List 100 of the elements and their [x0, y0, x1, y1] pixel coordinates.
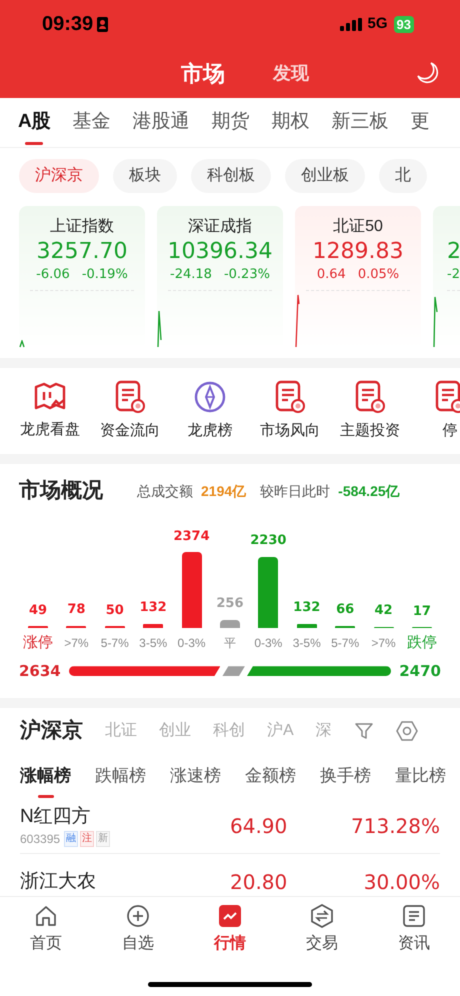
axis-label: 3-5%: [139, 635, 168, 652]
stock-tag: 注: [80, 830, 94, 846]
id-card-icon: [97, 16, 108, 32]
status-time: 09:39: [42, 12, 94, 37]
index-change: 0.64: [316, 266, 346, 284]
shortcut-button[interactable]: 龙虎看盘: [10, 380, 90, 442]
battery-icon: 93: [394, 16, 414, 32]
network-label: 5G: [368, 14, 388, 34]
nav-tab[interactable]: 资讯: [379, 904, 449, 956]
shortcut-button[interactable]: 市场风向: [250, 380, 330, 442]
chart-bar: [66, 626, 86, 628]
index-value: 10396.34: [168, 238, 272, 266]
sparkline-drawing: [157, 310, 162, 348]
header-tab[interactable]: 市场: [181, 56, 225, 90]
market-tab[interactable]: A股: [18, 98, 51, 147]
chart-icon: [218, 904, 242, 928]
shortcut-button[interactable]: 资金流向: [90, 380, 170, 442]
chart-bar: [258, 556, 278, 628]
report-icon: [115, 380, 145, 414]
axis-label: >7%: [64, 635, 89, 652]
bar-value-label: 66: [336, 601, 354, 620]
compare-label: 较昨日此时: [260, 482, 330, 500]
index-change: -24.18: [170, 266, 212, 284]
axis-label: 5-7%: [331, 635, 360, 652]
signal-icon: [340, 18, 362, 30]
chart-bar: [296, 624, 317, 628]
ranking-tab[interactable]: 金额榜: [245, 754, 296, 798]
bar-value-label: 132: [293, 599, 320, 618]
stock-change: 30.00%: [362, 869, 440, 896]
bar-value-label: 2374: [173, 528, 210, 546]
moon-icon[interactable]: [416, 61, 440, 85]
stock-price: 64.90: [230, 812, 288, 840]
index-percent: -0.19%: [82, 266, 128, 284]
plus-icon: [126, 904, 150, 928]
stock-price: 20.80: [230, 869, 288, 896]
index-change: -6.06: [36, 266, 70, 284]
report-icon: [435, 380, 460, 414]
ranking-tab[interactable]: 涨幅榜: [20, 754, 71, 798]
report-icon: [355, 380, 385, 414]
sparkline-drawing: [433, 296, 438, 348]
compass-icon: [193, 380, 227, 414]
index-name: 北证50: [333, 216, 383, 237]
ranking-tab[interactable]: 换手榜: [320, 754, 371, 798]
filter-chip[interactable]: 科创板: [191, 159, 271, 193]
axis-label: >7%: [371, 635, 396, 652]
stock-change: 713.28%: [350, 812, 440, 840]
axis-label: 5-7%: [100, 635, 129, 652]
axis-label: 0-3%: [178, 635, 206, 652]
market-tab[interactable]: 期货: [212, 98, 250, 147]
compare-value: -584.25亿: [338, 482, 400, 500]
index-change: -2: [447, 266, 460, 284]
bar-value-label: 132: [140, 599, 167, 618]
turnover-value: 2194亿: [201, 482, 246, 500]
nav-tab[interactable]: 自选: [103, 904, 173, 956]
ranking-tab[interactable]: 跌幅榜: [95, 754, 146, 798]
index-name: 深证成指: [188, 216, 252, 237]
axis-label: 跌停: [406, 633, 437, 653]
report-icon: [275, 380, 305, 414]
chart-bar: [335, 626, 356, 628]
scope-tab[interactable]: 沪深京: [20, 715, 83, 747]
chart-bar: [220, 620, 240, 628]
market-tab[interactable]: 更: [410, 98, 430, 147]
shortcut-button[interactable]: 龙虎榜: [170, 380, 250, 442]
filter-icon[interactable]: [354, 721, 374, 741]
market-tab[interactable]: 期权: [272, 98, 310, 147]
market-tab[interactable]: 基金: [72, 98, 111, 147]
filter-chip[interactable]: 沪深京: [19, 159, 99, 193]
index-value: 1289.83: [312, 238, 404, 266]
axis-label: 0-3%: [254, 635, 282, 652]
nav-tab[interactable]: 交易: [287, 904, 357, 956]
nav-tab[interactable]: 行情: [195, 904, 265, 956]
stock-row[interactable]: N红四方 603395 融 注 新 64.90 713.28%: [20, 798, 440, 854]
bar-value-label: 42: [374, 602, 393, 620]
market-tab[interactable]: 新三板: [332, 98, 389, 147]
ranking-tab[interactable]: 涨速榜: [170, 754, 221, 798]
bar-value-label: 17: [412, 602, 431, 621]
stock-name: 浙江大农: [20, 870, 97, 894]
turnover-label: 总成交额: [137, 482, 193, 500]
stock-code: 603395: [20, 830, 60, 848]
filter-chip[interactable]: 北: [379, 159, 427, 193]
exchange-icon: [310, 904, 334, 928]
chart-bar: [143, 624, 164, 628]
news-icon: [402, 904, 426, 928]
sparkline-drawing: [295, 294, 300, 348]
shortcut-button[interactable]: 停: [410, 380, 460, 442]
settings-icon[interactable]: [396, 720, 418, 742]
filter-chip[interactable]: 板块: [113, 159, 177, 193]
stock-row[interactable]: 浙江大农 20.80 30.00%: [20, 854, 440, 896]
index-value: 3257.70: [36, 238, 128, 266]
axis-label: 平: [224, 635, 236, 652]
market-tab[interactable]: 港股通: [132, 98, 190, 147]
sparkline-drawing: [19, 340, 25, 348]
shortcut-button[interactable]: 主题投资: [330, 380, 410, 442]
section-title: 市场概况: [19, 478, 103, 504]
axis-label: 3-5%: [292, 635, 321, 652]
bar-value-label: 78: [67, 601, 86, 620]
filter-chip[interactable]: 创业板: [285, 159, 365, 193]
ranking-tab[interactable]: 量比榜: [395, 754, 446, 798]
nav-tab[interactable]: 首页: [11, 904, 81, 956]
fall-count: 2470: [399, 661, 441, 682]
